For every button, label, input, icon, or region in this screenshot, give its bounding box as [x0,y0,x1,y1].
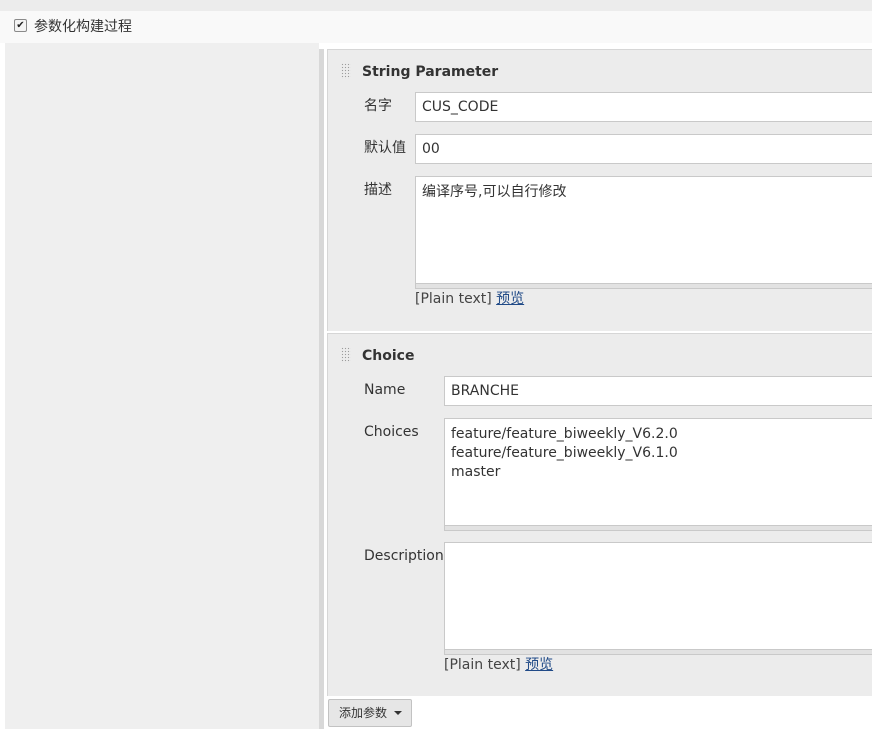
textarea-resize-handle[interactable] [415,284,872,289]
textarea-resize-handle[interactable] [444,526,872,531]
choice-parameter-block: Choice Name BRANCHE Choices feature/feat… [327,333,872,696]
left-panel [5,43,319,729]
top-bar [0,0,872,11]
choice-description-textarea[interactable] [444,542,872,650]
caret-down-icon [394,711,402,715]
plain-text-hint: [Plain text] 预览 [444,656,553,674]
name-input[interactable]: CUS_CODE [415,92,872,122]
parameterized-build-checkbox[interactable]: ✔ [14,19,27,32]
choice-option: feature/feature_biweekly_V6.2.0 [451,426,678,442]
preview-link[interactable]: 预览 [496,291,524,307]
description-label: 描述 [364,182,392,198]
parameterized-build-label: 参数化构建过程 [34,19,132,35]
choice-option: master [451,464,501,480]
drag-handle-icon[interactable] [341,347,351,363]
add-parameter-label: 添加参数 [339,706,388,720]
string-parameter-title: String Parameter [362,64,499,80]
add-parameter-button[interactable]: 添加参数 [328,699,412,727]
textarea-resize-handle[interactable] [444,650,872,655]
description-textarea[interactable]: 编译序号,可以自行修改 [415,176,872,284]
name-label: 名字 [364,98,392,114]
default-value-label: 默认值 [364,140,406,156]
plain-text-label: [Plain text] [444,657,521,673]
preview-link[interactable]: 预览 [525,657,553,673]
plain-text-hint: [Plain text] 预览 [415,290,524,308]
choice-option: feature/feature_biweekly_V6.1.0 [451,445,678,461]
choices-label: Choices [364,424,419,440]
choices-textarea[interactable]: feature/feature_biweekly_V6.2.0 feature/… [444,418,872,526]
choice-name-label: Name [364,382,406,398]
choice-description-label: Description [364,548,444,564]
drag-handle-icon[interactable] [341,63,351,79]
choice-title: Choice [362,348,415,364]
choice-name-input[interactable]: BRANCHE [444,376,872,406]
default-value-input[interactable]: 00 [415,134,872,164]
plain-text-label: [Plain text] [415,291,492,307]
section-divider [319,49,324,729]
string-parameter-block: String Parameter 名字 CUS_CODE 默认值 00 描述 编… [327,49,872,331]
